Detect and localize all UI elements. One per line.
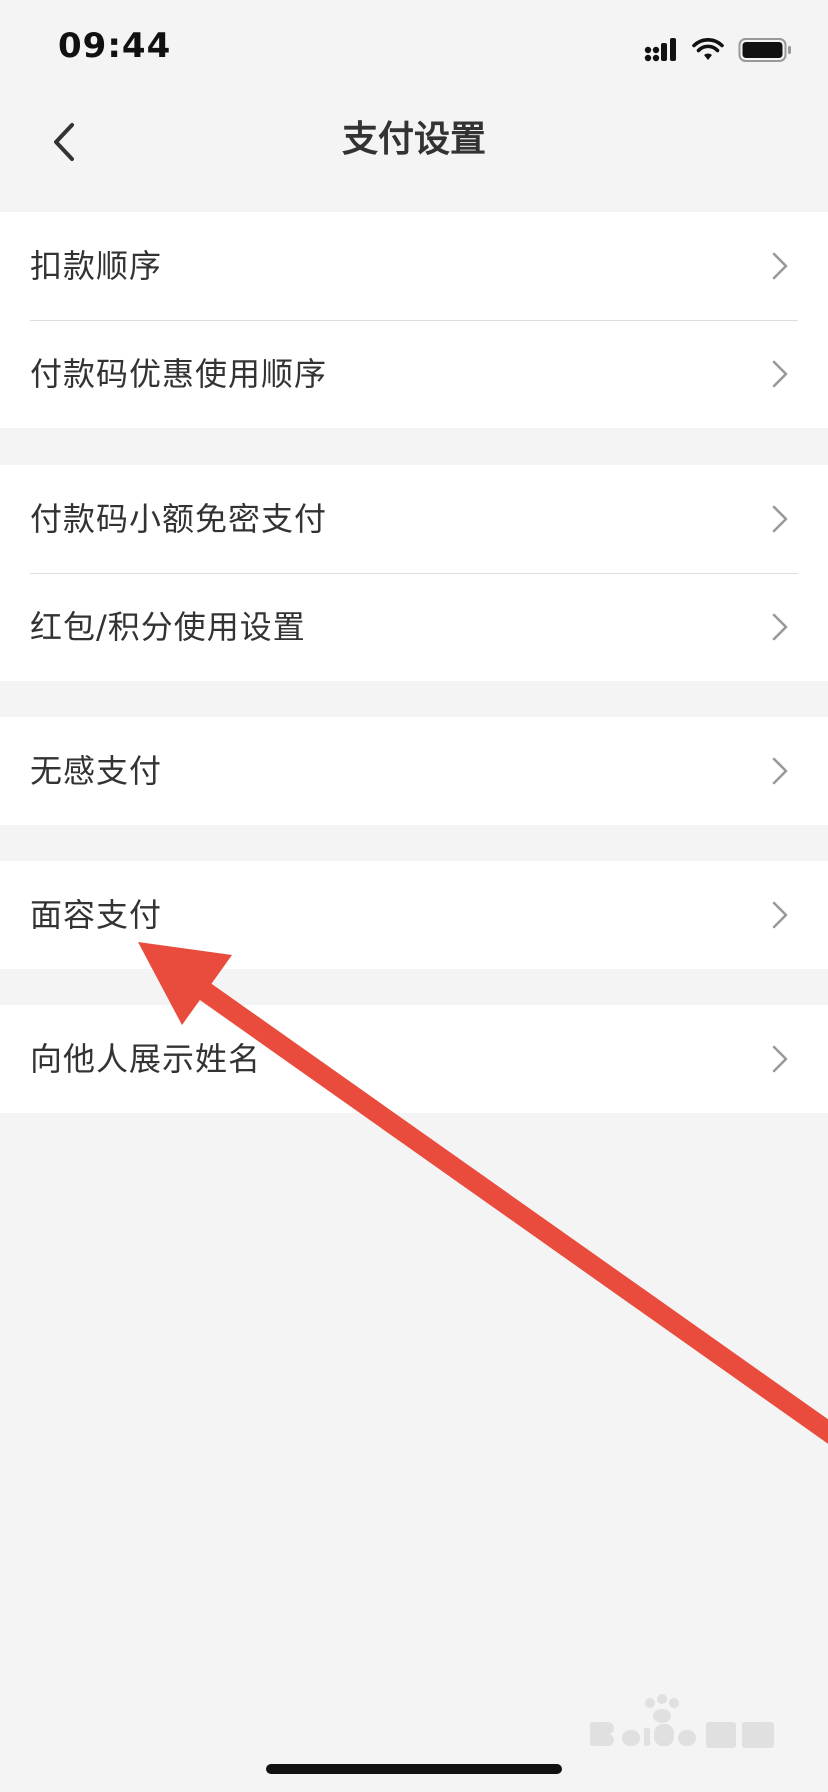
settings-item-redpacket-points[interactable]: 红包/积分使用设置 bbox=[0, 573, 828, 681]
watermark-logo bbox=[590, 1694, 774, 1748]
settings-item-label: 付款码优惠使用顺序 bbox=[30, 355, 328, 393]
home-indicator[interactable] bbox=[266, 1764, 562, 1774]
chevron-right-icon bbox=[772, 1045, 788, 1073]
settings-group-name-display: 向他人展示姓名 bbox=[0, 1005, 828, 1113]
cellular-signal-icon bbox=[644, 38, 676, 62]
wifi-icon bbox=[692, 38, 724, 60]
settings-item-label: 付款码小额免密支付 bbox=[30, 500, 328, 538]
navigation-bar: 支付设置 bbox=[0, 96, 828, 208]
page-title: 支付设置 bbox=[341, 119, 486, 160]
settings-item-label: 红包/积分使用设置 bbox=[30, 608, 306, 646]
chevron-right-icon bbox=[772, 901, 788, 929]
settings-item-label: 面容支付 bbox=[30, 896, 163, 934]
settings-group-payment-code: 付款码小额免密支付 红包/积分使用设置 bbox=[0, 465, 828, 681]
settings-group-seamless: 无感支付 bbox=[0, 717, 828, 825]
status-icons bbox=[644, 34, 792, 66]
chevron-right-icon bbox=[772, 252, 788, 280]
chevron-right-icon bbox=[772, 360, 788, 388]
battery-icon bbox=[738, 38, 791, 62]
settings-item-deduction-order[interactable]: 扣款顺序 bbox=[0, 212, 828, 320]
status-time: 09:44 bbox=[58, 26, 172, 66]
settings-item-seamless-payment[interactable]: 无感支付 bbox=[0, 717, 828, 825]
settings-item-face-payment[interactable]: 面容支付 bbox=[0, 861, 828, 969]
settings-group-deduction: 扣款顺序 付款码优惠使用顺序 bbox=[0, 212, 828, 428]
chevron-right-icon bbox=[772, 613, 788, 641]
settings-group-face: 面容支付 bbox=[0, 861, 828, 969]
settings-item-small-amount-password-free[interactable]: 付款码小额免密支付 bbox=[0, 465, 828, 573]
chevron-right-icon bbox=[772, 505, 788, 533]
settings-item-payment-code-discount-order[interactable]: 付款码优惠使用顺序 bbox=[0, 320, 828, 428]
settings-item-label: 向他人展示姓名 bbox=[30, 1040, 262, 1078]
status-bar: 09:44 bbox=[0, 0, 828, 96]
settings-item-label: 扣款顺序 bbox=[30, 247, 163, 285]
chevron-right-icon bbox=[772, 757, 788, 785]
settings-item-label: 无感支付 bbox=[30, 752, 163, 790]
settings-item-show-name[interactable]: 向他人展示姓名 bbox=[0, 1005, 828, 1113]
